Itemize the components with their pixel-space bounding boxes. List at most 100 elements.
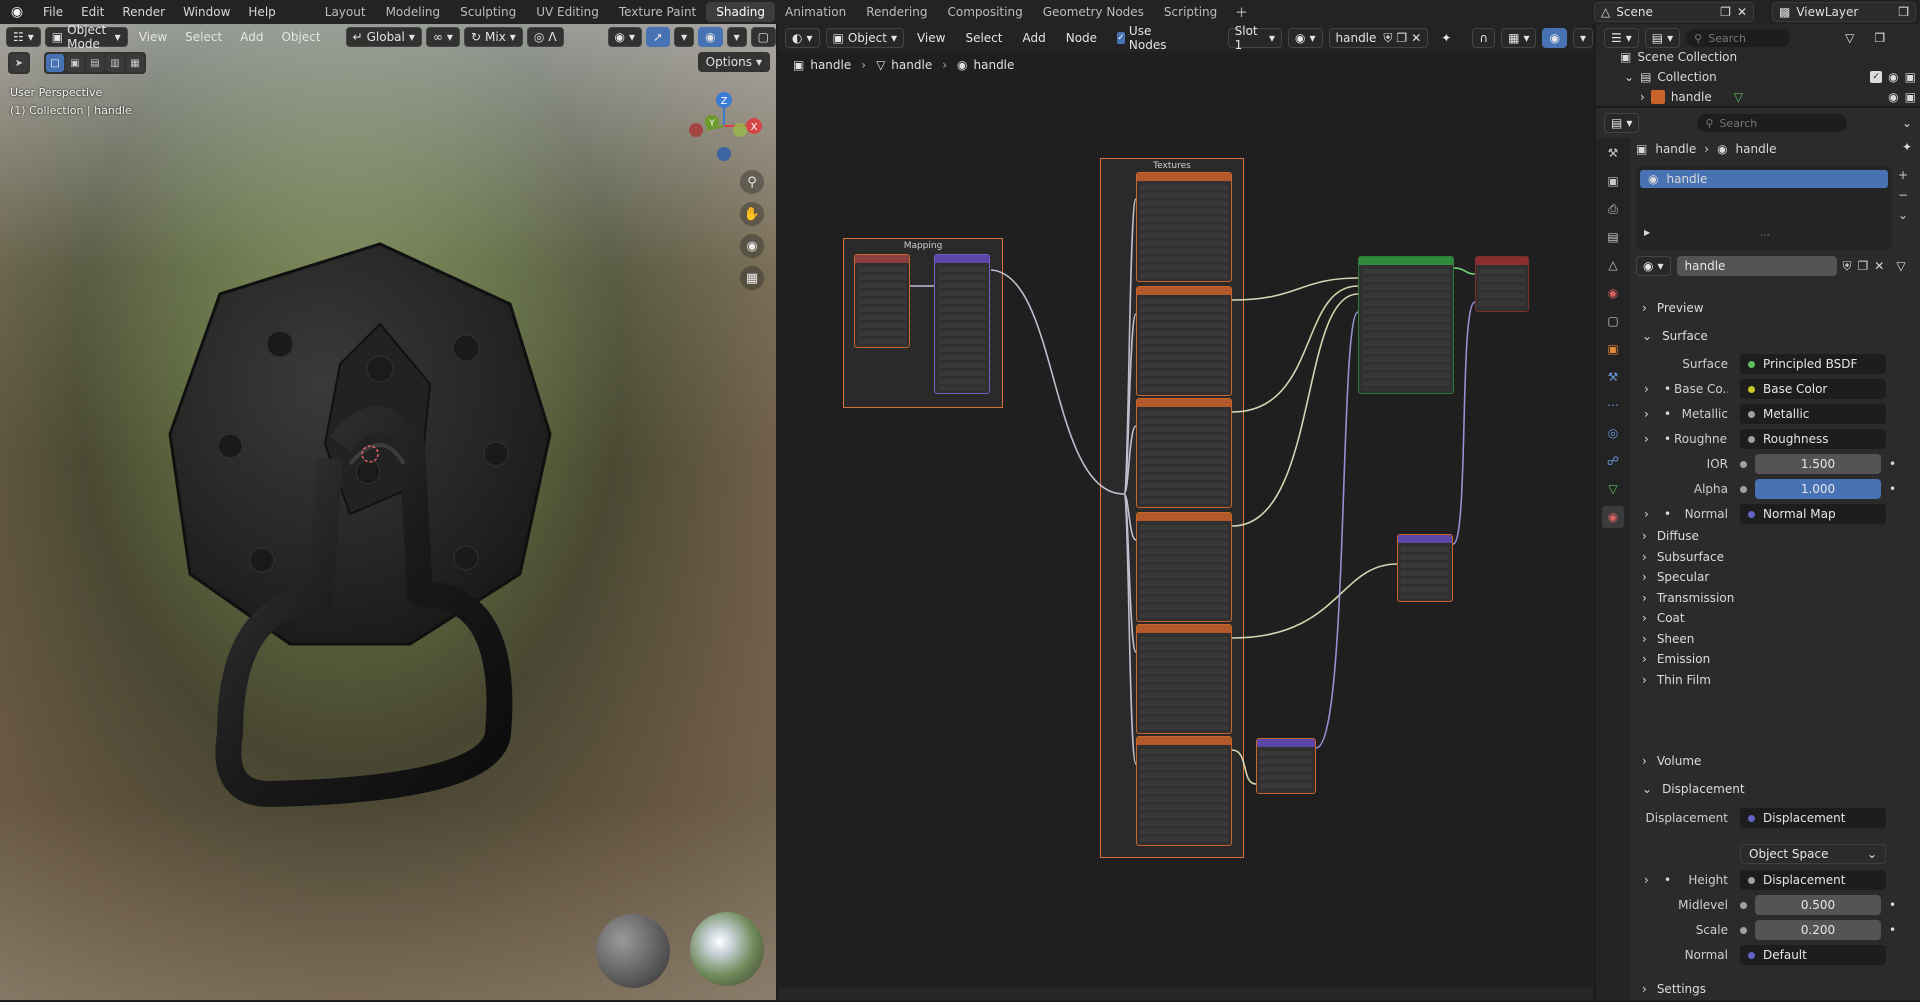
material-tab-icon[interactable]: ◉	[1602, 506, 1624, 528]
height-input[interactable]: Displacement	[1740, 870, 1886, 890]
exclude-checkbox[interactable]: ✓	[1870, 71, 1883, 83]
world-tab-icon[interactable]: ◉	[1602, 282, 1624, 304]
scale-input[interactable]: 0.200	[1755, 920, 1881, 940]
gizmo-neg-z-axis[interactable]	[717, 147, 731, 161]
outliner-editor-type-button[interactable]: ☰ ▾	[1604, 28, 1639, 48]
zoom-icon[interactable]: ⚲	[740, 170, 764, 194]
material-slot-item[interactable]: ◉ handle	[1640, 170, 1888, 188]
add-menu[interactable]: Add	[233, 27, 270, 47]
subsection-header[interactable]: › Coat	[1642, 611, 1685, 625]
render-camera-icon[interactable]: ▣	[1905, 90, 1916, 104]
blender-logo-icon[interactable]: ◉	[0, 0, 34, 24]
material-slot-list[interactable]: ◉ handle ▶ ⋯	[1636, 166, 1892, 250]
scene-collection-row[interactable]: ▣ Scene Collection	[1620, 50, 1737, 64]
surface-row-input[interactable]: Principled BSDF	[1740, 354, 1886, 374]
navigation-gizmo[interactable]: Z X Y	[684, 84, 764, 168]
displacement-section-header[interactable]: ⌄ Displacement	[1642, 782, 1745, 796]
add-slot-plus-icon[interactable]: +	[1898, 168, 1908, 182]
object-row-handle[interactable]: › handle ▽ ◉ ▣	[1640, 90, 1916, 104]
pivot-point-button[interactable]: ∞ ▾	[425, 27, 460, 47]
expand-chevron-right-icon[interactable]: ›	[1644, 873, 1664, 887]
subsection-header[interactable]: › Specular	[1642, 570, 1709, 584]
volume-section-header[interactable]: › Volume	[1642, 754, 1701, 768]
subsection-header[interactable]: › Transmission	[1642, 591, 1734, 605]
surface-row-input[interactable]: Normal Map	[1740, 504, 1886, 524]
gizmo-toggle-button[interactable]: ➚	[646, 27, 671, 47]
pan-hand-icon[interactable]: ✋	[740, 202, 764, 226]
view-layer-tab-icon[interactable]: ▤	[1602, 226, 1624, 248]
xray-toggle-button[interactable]: ▢	[750, 27, 776, 47]
tab-texture-paint[interactable]: Texture Paint	[609, 2, 706, 22]
surface-row-input[interactable]: 1.500	[1755, 454, 1881, 474]
tab-modeling[interactable]: Modeling	[376, 2, 451, 22]
properties-editor-type-button[interactable]: ▤ ▾	[1604, 113, 1640, 133]
data-tab-icon[interactable]: ▽	[1602, 478, 1624, 500]
surface-section-header[interactable]: ⌄ Surface	[1642, 329, 1708, 343]
remove-slot-minus-icon[interactable]: −	[1898, 188, 1908, 202]
subsection-header[interactable]: › Emission	[1642, 652, 1710, 666]
options-dropdown[interactable]: Options ▾	[697, 52, 770, 72]
chevron-down-icon[interactable]: ⌄	[1902, 116, 1912, 130]
gizmo-neg-y-axis[interactable]	[733, 123, 747, 137]
select-box-icon[interactable]: ➤	[10, 54, 28, 72]
displacement-input[interactable]: Displacement	[1740, 808, 1886, 828]
tab-compositing[interactable]: Compositing	[937, 2, 1032, 22]
settings-section-header[interactable]: › Settings	[1642, 982, 1706, 996]
visibility-button[interactable]: ◉ ▾	[607, 27, 643, 47]
tab-layout[interactable]: Layout	[315, 2, 376, 22]
modifier-tab-icon[interactable]: ⚒	[1602, 366, 1624, 388]
menu-render[interactable]: Render	[113, 0, 174, 24]
expand-chevron-right-icon[interactable]: ›	[1644, 407, 1664, 421]
tab-rendering[interactable]: Rendering	[856, 2, 937, 22]
output-tab-icon[interactable]: ⎙	[1602, 198, 1624, 220]
add-workspace-plus-icon[interactable]: +	[1227, 3, 1256, 21]
orientation-dropdown[interactable]: ↵ Global ▾	[345, 27, 422, 47]
slot-specials-chevron-icon[interactable]: ⌄	[1898, 208, 1908, 222]
overlays-toggle-button[interactable]: ◉	[698, 27, 723, 47]
snap-dropdown[interactable]: ↻ Mix ▾	[463, 27, 523, 47]
editor-type-button[interactable]: ☷ ▾	[6, 27, 41, 47]
select-invert-icon[interactable]: ▥	[106, 54, 124, 72]
scene-selector[interactable]: △ Scene ❐ ✕	[1594, 2, 1754, 22]
link-type-dropdown-icon[interactable]: ▽	[1896, 259, 1905, 273]
overlays-dropdown[interactable]: ▾	[726, 27, 747, 47]
collection-tab-icon[interactable]: ▢	[1602, 310, 1624, 332]
new-scene-icon[interactable]: ❐	[1720, 5, 1731, 19]
expand-chevron-right-icon[interactable]: ›	[1644, 507, 1664, 521]
outliner-search-input[interactable]: ⚲ Search	[1686, 29, 1791, 47]
new-collection-icon[interactable]: ❐	[1867, 28, 1892, 48]
surface-row-input[interactable]: Roughness	[1740, 429, 1886, 449]
object-menu[interactable]: Object	[274, 27, 327, 47]
keyframe-dot-icon[interactable]: •	[1889, 457, 1896, 471]
material-name-field[interactable]: handle	[1676, 256, 1837, 276]
keyframe-dot-icon[interactable]: •	[1889, 923, 1896, 937]
select-extend-icon[interactable]: ▣	[66, 54, 84, 72]
keyframe-dot-icon[interactable]: •	[1889, 898, 1896, 912]
duplicate-material-icon[interactable]: ❐	[1858, 259, 1869, 273]
proportional-editing-button[interactable]: ◎ Λ	[526, 27, 564, 47]
menu-file[interactable]: File	[34, 0, 72, 24]
gizmo-neg-x-axis[interactable]	[689, 123, 703, 137]
display-mode-button[interactable]: ▤ ▾	[1644, 28, 1681, 48]
render-tab-icon[interactable]: ▣	[1602, 170, 1624, 192]
unlink-material-icon[interactable]: ✕	[1874, 259, 1884, 273]
node-editor-scrollbar[interactable]	[779, 988, 1593, 1000]
fake-user-shield-icon[interactable]: ⛨	[1843, 259, 1852, 274]
particles-tab-icon[interactable]: ⋯	[1602, 394, 1624, 416]
subsection-header[interactable]: › Thin Film	[1642, 673, 1711, 687]
menu-window[interactable]: Window	[174, 0, 239, 24]
surface-row-input[interactable]: Metallic	[1740, 404, 1886, 424]
tool-tab-icon[interactable]: ⚒	[1602, 142, 1624, 164]
select-intersect-icon[interactable]: ▦	[126, 54, 144, 72]
resize-handle-icon[interactable]: ⋯	[1760, 230, 1770, 241]
keyframe-dot-icon[interactable]: •	[1889, 482, 1896, 496]
eye-icon[interactable]: ◉	[1888, 90, 1898, 104]
preview-section-header[interactable]: › Preview	[1642, 301, 1704, 315]
tab-shading[interactable]: Shading	[706, 2, 775, 22]
mesh-data-icon[interactable]: ▽	[1734, 90, 1743, 104]
mode-dropdown[interactable]: ▣ Object Mode ▾	[44, 24, 128, 51]
tab-animation[interactable]: Animation	[775, 2, 856, 22]
new-view-layer-icon[interactable]: ❐	[1898, 5, 1909, 19]
surface-row-input[interactable]: 1.000	[1755, 479, 1881, 499]
camera-view-icon[interactable]: ◉	[740, 234, 764, 258]
